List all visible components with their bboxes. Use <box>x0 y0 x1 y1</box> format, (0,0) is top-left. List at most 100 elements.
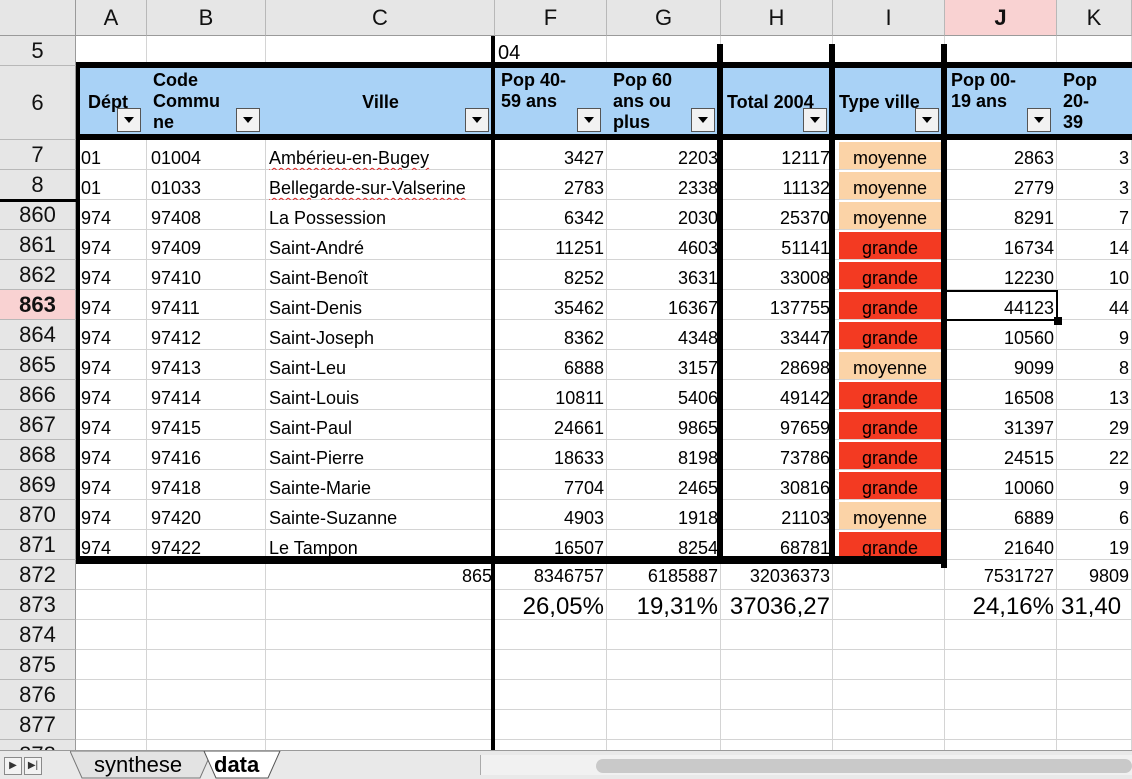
cell-pop-20-39[interactable]: 29 <box>1057 410 1132 440</box>
cell-code[interactable]: 97413 <box>148 350 266 380</box>
column-header-k[interactable]: K <box>1057 0 1132 36</box>
cell-pop-00-19[interactable]: 21640 <box>945 530 1057 560</box>
total-pop-20-39[interactable]: 9809 <box>1057 560 1132 590</box>
filter-dropdown-a-icon[interactable] <box>117 108 141 132</box>
cell-pop-60-plus[interactable]: 3157 <box>607 350 721 380</box>
cell-ville[interactable]: Saint-Pierre <box>266 440 495 470</box>
cell-pop-20-39[interactable]: 8 <box>1057 350 1132 380</box>
cell-pop-00-19[interactable]: 10060 <box>945 470 1057 500</box>
cell-type-ville[interactable]: grande <box>839 322 941 349</box>
cell-pop-60-plus[interactable]: 4603 <box>607 230 721 260</box>
cell-type-ville[interactable]: grande <box>839 262 941 289</box>
cell-pop-60-plus[interactable]: 4348 <box>607 320 721 350</box>
row-header-871[interactable]: 871 <box>0 530 76 560</box>
cell-pop-00-19[interactable]: 2779 <box>945 170 1057 200</box>
cell-type-ville[interactable]: grande <box>839 442 941 469</box>
cell-type-ville[interactable]: moyenne <box>839 502 941 529</box>
cell-dept[interactable]: 974 <box>78 230 147 260</box>
cell-dept[interactable]: 974 <box>78 470 147 500</box>
first-sheet-icon[interactable]: ▶ <box>4 757 22 775</box>
filter-dropdown-g-icon[interactable] <box>691 108 715 132</box>
row-header-874[interactable]: 874 <box>0 620 76 650</box>
cell-code[interactable]: 97416 <box>148 440 266 470</box>
cell-type-ville[interactable]: grande <box>839 232 941 259</box>
cell-pop-20-39[interactable]: 7 <box>1057 200 1132 230</box>
cell-pop-20-39[interactable]: 44 <box>1057 290 1132 320</box>
column-header-i[interactable]: I <box>833 0 945 36</box>
cell-total-2004[interactable]: 73786 <box>721 440 833 470</box>
row-header-878[interactable]: 878 <box>0 740 76 750</box>
column-header-b[interactable]: B <box>147 0 266 36</box>
cell-code[interactable]: 97411 <box>148 290 266 320</box>
cell-pop-60-plus[interactable]: 2203 <box>607 140 721 170</box>
percent-pop-60-plus[interactable]: 19,31% <box>607 590 721 620</box>
cell-pop-60-plus[interactable]: 2030 <box>607 200 721 230</box>
column-header-g[interactable]: G <box>607 0 721 36</box>
row-header-870[interactable]: 870 <box>0 500 76 530</box>
cell-type-ville[interactable]: grande <box>839 292 941 319</box>
cell-pop-20-39[interactable]: 6 <box>1057 500 1132 530</box>
cell-pop-20-39[interactable]: 9 <box>1057 470 1132 500</box>
cell-pop-40-59[interactable]: 11251 <box>495 230 607 260</box>
cell-dept[interactable]: 974 <box>78 200 147 230</box>
row-header-7[interactable]: 7 <box>0 140 76 170</box>
cell-dept[interactable]: 974 <box>78 380 147 410</box>
row-header-868[interactable]: 868 <box>0 440 76 470</box>
header-cell-k[interactable]: Pop 20-39 ans <box>1057 68 1132 138</box>
cell-pop-20-39[interactable]: 3 <box>1057 140 1132 170</box>
row-header-876[interactable]: 876 <box>0 680 76 710</box>
cell-ville[interactable]: Saint-André <box>266 230 495 260</box>
row-header-866[interactable]: 866 <box>0 380 76 410</box>
cell-pop-00-19[interactable]: 24515 <box>945 440 1057 470</box>
cell-ville[interactable]: La Possession <box>266 200 495 230</box>
header-cell-b[interactable]: Code Commu ne <box>147 68 266 138</box>
row-header-869[interactable]: 869 <box>0 470 76 500</box>
cell-pop-40-59[interactable]: 24661 <box>495 410 607 440</box>
row-header-877[interactable]: 877 <box>0 710 76 740</box>
total-2004[interactable]: 32036373 <box>721 560 833 590</box>
row-header-865[interactable]: 865 <box>0 350 76 380</box>
cell-ville[interactable]: Saint-Denis <box>266 290 495 320</box>
selected-cell-j863[interactable] <box>945 290 1058 321</box>
cell-total-2004[interactable]: 33447 <box>721 320 833 350</box>
row-header-863[interactable]: 863 <box>0 290 76 320</box>
cell-total-2004[interactable]: 25370 <box>721 200 833 230</box>
percent-pop-40-59[interactable]: 26,05% <box>495 590 607 620</box>
row-header-860[interactable]: 860 <box>0 200 76 230</box>
cell-code[interactable]: 97408 <box>148 200 266 230</box>
cell-pop-60-plus[interactable]: 2465 <box>607 470 721 500</box>
cell-pop-40-59[interactable]: 6342 <box>495 200 607 230</box>
cell-pop-40-59[interactable]: 8252 <box>495 260 607 290</box>
cell-pop-40-59[interactable]: 6888 <box>495 350 607 380</box>
row-header-5[interactable]: 5 <box>0 36 76 66</box>
cell-pop-40-59[interactable]: 4903 <box>495 500 607 530</box>
cell-pop-20-39[interactable]: 22 <box>1057 440 1132 470</box>
total-pop-40-59[interactable]: 8346757 <box>495 560 607 590</box>
cell-type-ville[interactable]: moyenne <box>839 172 941 199</box>
cell-pop-00-19[interactable]: 9099 <box>945 350 1057 380</box>
spreadsheet-grid[interactable]: ABCFGHIJK 5 6 7 8 860 861 862 863 864 865 866 867 86… <box>0 0 1132 750</box>
cell-type-ville[interactable]: grande <box>839 412 941 439</box>
cell-pop-40-59[interactable]: 7704 <box>495 470 607 500</box>
header-cell-a[interactable]: Dépt <box>76 68 147 138</box>
select-all-corner[interactable] <box>0 0 76 36</box>
cell-pop-60-plus[interactable]: 1918 <box>607 500 721 530</box>
cell-ville[interactable]: Bellegarde-sur-Valserine <box>266 170 495 200</box>
cell-code[interactable]: 97412 <box>148 320 266 350</box>
sheet-tab-data[interactable]: data <box>198 751 275 779</box>
cell-dept[interactable]: 974 <box>78 290 147 320</box>
cell-dept[interactable]: 974 <box>78 500 147 530</box>
cell-pop-40-59[interactable]: 10811 <box>495 380 607 410</box>
cell-dept[interactable]: 974 <box>78 260 147 290</box>
row-header-867[interactable]: 867 <box>0 410 76 440</box>
filter-dropdown-b-icon[interactable] <box>236 108 260 132</box>
cell-pop-00-19[interactable]: 10560 <box>945 320 1057 350</box>
header-cell-g[interactable]: Pop 60 ans ou plus <box>607 68 721 138</box>
cell-code[interactable]: 97414 <box>148 380 266 410</box>
cell-total-2004[interactable]: 49142 <box>721 380 833 410</box>
cell-pop-60-plus[interactable]: 5406 <box>607 380 721 410</box>
row-header-8[interactable]: 8 <box>0 170 76 200</box>
column-header-a[interactable]: A <box>76 0 147 36</box>
cell-ville[interactable]: Saint-Paul <box>266 410 495 440</box>
header-cell-i[interactable]: Type ville <box>833 68 945 138</box>
